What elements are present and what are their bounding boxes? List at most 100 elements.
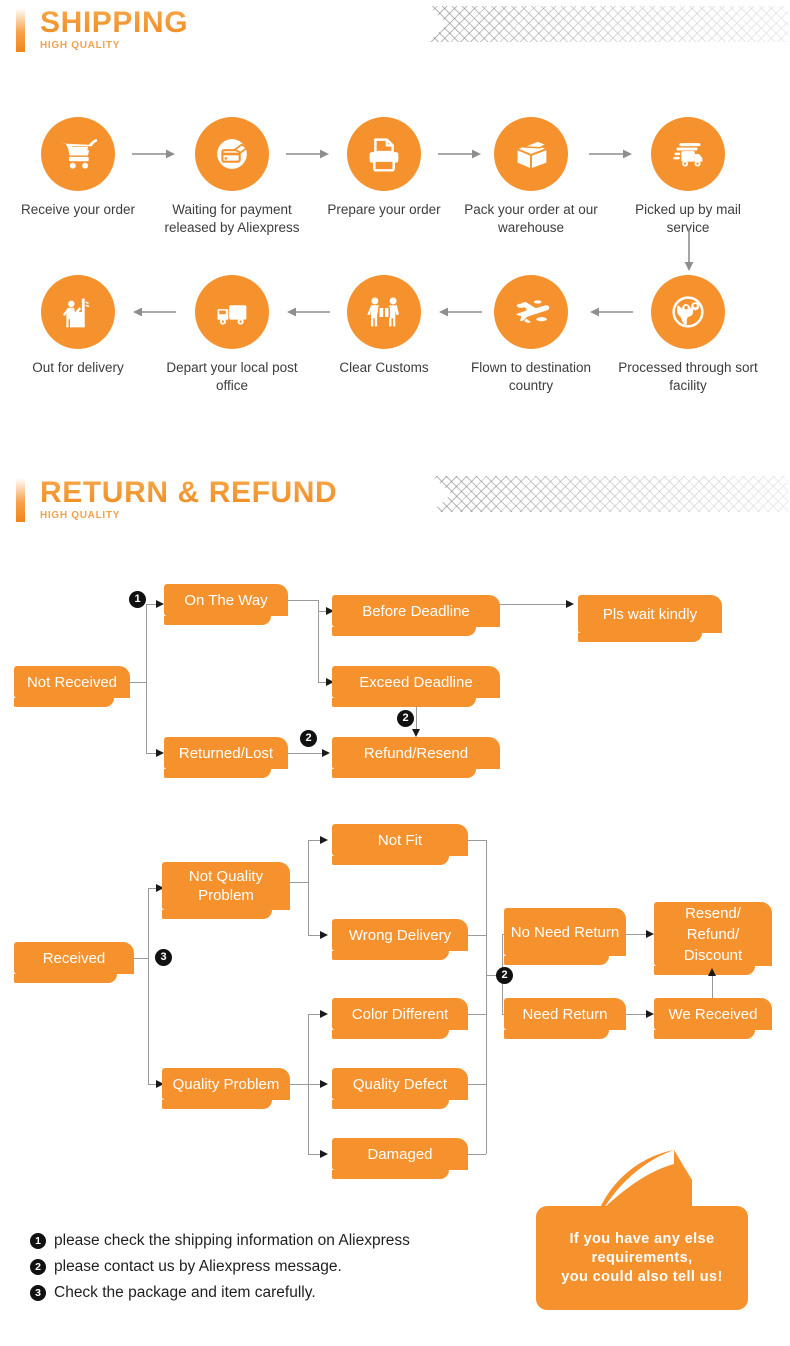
callout-line-3: you could also tell us! <box>561 1268 723 1285</box>
legend-item-2: 2 please contact us by Aliexpress messag… <box>30 1254 410 1280</box>
arrowhead-icon <box>566 599 574 608</box>
flow-box-color-different[interactable]: Color Different <box>332 998 468 1039</box>
payment-card-icon <box>195 117 269 191</box>
flow-box-damaged[interactable]: Damaged <box>332 1138 468 1179</box>
return-title: RETURN & REFUND <box>40 476 338 509</box>
badge-1: 1 <box>129 591 146 608</box>
callout-text: If you have any else requirements, you c… <box>536 1206 748 1310</box>
connector <box>288 753 324 754</box>
connector <box>468 840 486 841</box>
connector <box>468 1154 486 1155</box>
ship-step-label: Out for delivery <box>32 360 124 375</box>
flow-box-received[interactable]: Received <box>14 942 134 983</box>
connector <box>712 976 713 998</box>
connector <box>288 600 318 601</box>
shopping-cart-icon <box>41 117 115 191</box>
ship-step-2: Waiting for payment released by Aliexpre… <box>157 117 307 237</box>
ship-step-3: Prepare your order <box>309 117 459 219</box>
connector <box>468 935 486 936</box>
legend-text: Check the package and item carefully. <box>54 1284 316 1301</box>
connector <box>290 1084 308 1085</box>
legend-item-3: 3 Check the package and item carefully. <box>30 1280 410 1306</box>
badge-2-upper: 2 <box>397 710 414 727</box>
flow-box-not-received[interactable]: Not Received <box>14 666 130 707</box>
connector <box>626 934 648 935</box>
flow-box-quality-problem[interactable]: Quality Problem <box>162 1068 290 1109</box>
flow-box-on-the-way[interactable]: On The Way <box>164 584 288 625</box>
connector <box>290 882 308 883</box>
flow-box-not-quality-problem[interactable]: Not Quality Problem <box>162 862 290 919</box>
arrowhead-icon <box>322 748 330 757</box>
airplane-icon <box>494 275 568 349</box>
delivery-truck-icon <box>195 275 269 349</box>
flow-box-refund-resend[interactable]: Refund/Resend <box>332 737 500 778</box>
ship-step-label: Waiting for payment released by Aliexpre… <box>164 202 300 235</box>
legend-text: please contact us by Aliexpress message. <box>54 1258 342 1275</box>
header-accent-bar <box>16 8 25 52</box>
arrowhead-icon <box>320 1009 328 1018</box>
legend-text: please check the shipping information on… <box>54 1232 410 1249</box>
callout-line-1: If you have any else <box>569 1230 715 1247</box>
flow-box-wrong-delivery[interactable]: Wrong Delivery <box>332 919 468 960</box>
legend-item-1: 1 please check the shipping information … <box>30 1228 410 1254</box>
ship-step-10: Out for delivery <box>3 275 153 377</box>
flow-box-quality-defect[interactable]: Quality Defect <box>332 1068 468 1109</box>
printer-icon <box>347 117 421 191</box>
return-hatch-banner <box>432 476 788 512</box>
shipping-title: SHIPPING <box>40 6 189 39</box>
arrowhead-icon <box>320 930 328 939</box>
package-box-icon <box>494 117 568 191</box>
connector <box>148 888 149 1084</box>
doorstep-delivery-icon <box>41 275 115 349</box>
ship-step-4: Pack your order at our warehouse <box>456 117 606 237</box>
flow-box-not-fit[interactable]: Not Fit <box>332 824 468 865</box>
ship-step-8: Clear Customs <box>309 275 459 377</box>
ship-step-9: Depart your local post office <box>157 275 307 395</box>
arrowhead-icon <box>320 1149 328 1158</box>
ship-step-6: Processed through sort facility <box>613 275 763 395</box>
infographic-page: SHIPPING HIGH QUALITY Receive your order <box>0 0 790 1346</box>
connector <box>308 840 309 936</box>
arrowhead-icon <box>646 929 654 938</box>
arrowhead-icon <box>156 599 164 608</box>
ship-step-5: Picked up by mail service <box>613 117 763 237</box>
ship-step-label: Depart your local post office <box>166 360 298 393</box>
shipping-subtitle: HIGH QUALITY <box>40 40 121 51</box>
flow-box-we-received[interactable]: We Received <box>654 998 772 1039</box>
flow-box-before-deadline[interactable]: Before Deadline <box>332 595 500 636</box>
callout-line-2: requirements, <box>591 1249 693 1266</box>
arrow-down-icon <box>684 228 694 271</box>
return-section-header: RETURN & REFUND HIGH QUALITY <box>16 476 476 526</box>
badge-3: 3 <box>155 949 172 966</box>
legend-badge: 2 <box>30 1259 46 1275</box>
flow-box-returned-lost[interactable]: Returned/Lost <box>164 737 288 778</box>
ship-step-1: Receive your order <box>3 117 153 219</box>
connector <box>468 1014 486 1015</box>
ship-step-label: Clear Customs <box>339 360 429 375</box>
flow-box-no-need-return[interactable]: No Need Return <box>504 908 626 965</box>
return-subtitle: HIGH QUALITY <box>40 510 121 521</box>
header-accent-bar <box>16 478 25 522</box>
arrowhead-icon <box>156 748 164 757</box>
arrowhead-icon <box>707 968 716 976</box>
connector <box>318 600 319 682</box>
flow-box-resend-refund-discount[interactable]: Resend/ Refund/ Discount <box>654 902 772 975</box>
legend-list: 1 please check the shipping information … <box>30 1228 410 1306</box>
globe-pin-icon <box>651 275 725 349</box>
callout-bubble: If you have any else requirements, you c… <box>536 1150 748 1310</box>
connector <box>134 958 148 959</box>
badge-2-received: 2 <box>496 967 513 984</box>
shipping-section-header: SHIPPING HIGH QUALITY <box>16 6 436 56</box>
legend-badge: 3 <box>30 1285 46 1301</box>
connector <box>468 1084 486 1085</box>
ship-step-7: Flown to destination country <box>456 275 606 395</box>
ship-step-label: Prepare your order <box>327 202 441 217</box>
arrowhead-icon <box>411 729 420 737</box>
shipping-hatch-banner <box>428 6 788 42</box>
fast-truck-icon <box>651 117 725 191</box>
connector <box>130 682 146 683</box>
flow-box-exceed-deadline[interactable]: Exceed Deadline <box>332 666 500 707</box>
flow-box-need-return[interactable]: Need Return <box>504 998 626 1039</box>
ship-step-label: Processed through sort facility <box>618 360 758 393</box>
flow-box-pls-wait-kindly[interactable]: Pls wait kindly <box>578 595 722 642</box>
